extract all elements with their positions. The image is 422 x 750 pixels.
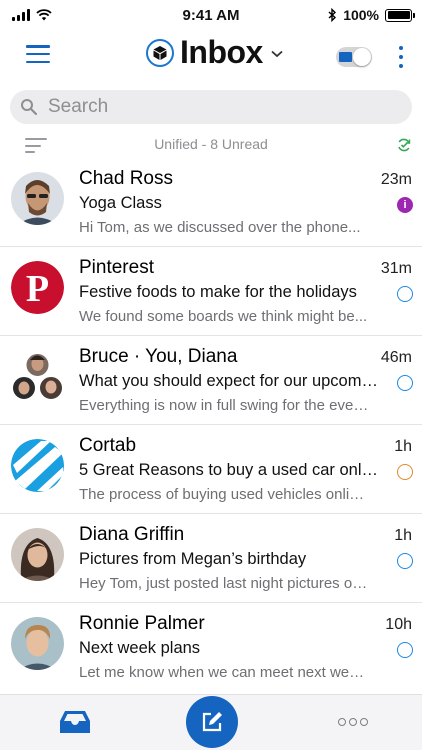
message-row[interactable]: Chad Ross 23m Yoga Class Hi Tom, as we d… [0, 158, 422, 247]
app-header: Inbox [0, 32, 422, 76]
message-time: 10h [385, 616, 412, 633]
message-preview: We found some boards we think might be..… [79, 308, 368, 325]
search-bar[interactable] [10, 90, 412, 124]
menu-icon[interactable] [26, 45, 50, 63]
avatar-pinterest: P [11, 261, 64, 314]
message-preview: Let me know when we can meet next week..… [79, 664, 369, 681]
mailbox-switcher[interactable]: Inbox [146, 34, 283, 71]
message-time: 23m [380, 171, 412, 188]
message-time: 1h [394, 527, 412, 544]
toggle-knob [353, 48, 371, 66]
compose-button[interactable] [186, 696, 238, 748]
svg-text:P: P [26, 268, 49, 310]
unread-ring-icon[interactable] [397, 553, 413, 569]
message-row[interactable]: Bruce · You, Diana 46m What you should e… [0, 336, 422, 425]
page-title: Inbox [180, 34, 263, 70]
filter-row: Unified - 8 Unread [0, 132, 422, 156]
message-sender: Ronnie Palmer [79, 613, 205, 634]
message-row[interactable]: Ronnie Palmer 10h Next week plans Let me… [0, 603, 422, 692]
inbox-cube-icon [146, 38, 174, 67]
message-row[interactable]: Cortab 1h 5 Great Reasons to buy a used … [0, 425, 422, 514]
avatar-diana-griffin [11, 528, 64, 581]
unread-summary: Unified - 8 Unread [154, 136, 268, 152]
battery-percent: 100% [343, 7, 379, 23]
envelope-icon [339, 52, 352, 62]
message-sender: Diana Griffin [79, 524, 185, 545]
sync-icon[interactable] [396, 137, 412, 153]
message-subject: Pictures from Megan’s birthday [79, 550, 307, 568]
message-subject: Next week plans [79, 639, 201, 657]
message-time: 31m [380, 260, 412, 277]
avatar-chad-ross [11, 172, 64, 225]
unread-ring-icon[interactable] [397, 286, 413, 302]
message-time: 1h [394, 438, 412, 455]
message-preview: Hi Tom, as we discussed over the phone..… [79, 219, 361, 236]
message-preview: The process of buying used vehicles onli… [79, 486, 369, 503]
avatar-cortab [11, 439, 64, 492]
message-sender: Cortab [79, 435, 137, 456]
message-sender: Bruce · You, Diana [79, 346, 238, 367]
message-preview: Hey Tom, just posted last night pictures… [79, 575, 369, 592]
more-options-icon[interactable] [397, 46, 405, 68]
message-sender: Chad Ross [79, 168, 173, 189]
message-time: 46m [380, 349, 412, 366]
avatar-ronnie-palmer [11, 617, 64, 670]
chevron-down-icon [271, 50, 283, 57]
bottom-tab-bar [0, 694, 422, 750]
battery-icon [385, 8, 415, 22]
compose-icon [202, 712, 222, 732]
message-preview: Everything is now in full swing for the … [79, 397, 369, 414]
message-sender: Pinterest [79, 257, 154, 278]
inbox-tray-icon[interactable] [58, 708, 92, 736]
message-list: Chad Ross 23m Yoga Class Hi Tom, as we d… [0, 158, 422, 692]
focused-toggle[interactable] [336, 47, 372, 67]
message-row[interactable]: P Pinterest 31m Festive foods to make fo… [0, 247, 422, 336]
avatar-group [11, 350, 64, 403]
message-subject: What you should expect for our upcoming … [79, 372, 381, 390]
orange-ring-icon[interactable] [397, 464, 413, 480]
more-icon[interactable] [338, 718, 368, 726]
message-subject: 5 Great Reasons to buy a used car online [79, 461, 381, 479]
status-right: 100% [328, 7, 415, 23]
search-icon [21, 99, 38, 116]
message-subject: Yoga Class [79, 194, 162, 212]
message-row[interactable]: Diana Griffin 1h Pictures from Megan’s b… [0, 514, 422, 603]
status-bar: 9:41 AM 100% [0, 0, 422, 32]
unread-ring-icon[interactable] [397, 642, 413, 658]
bluetooth-icon [328, 8, 337, 22]
unread-ring-icon[interactable] [397, 375, 413, 391]
search-input[interactable] [48, 96, 388, 118]
message-subject: Festive foods to make for the holidays [79, 283, 357, 301]
info-badge-icon[interactable]: i [397, 197, 413, 213]
